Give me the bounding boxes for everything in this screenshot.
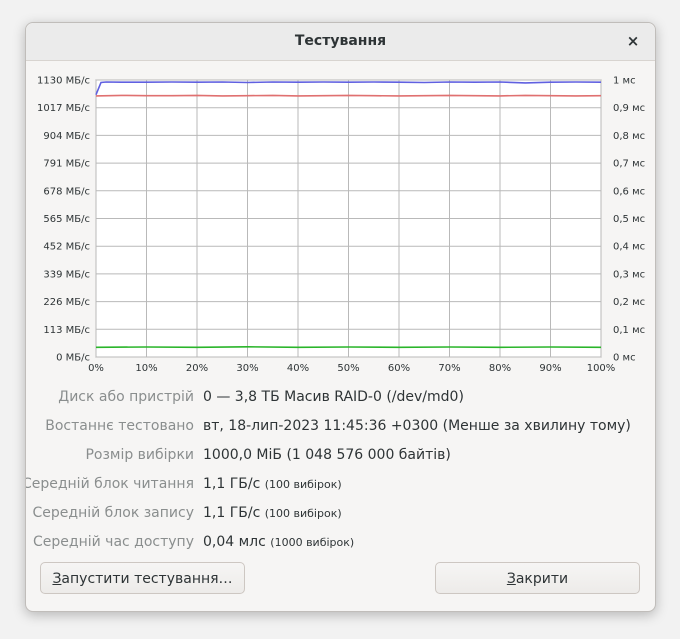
avg-read-value-wrap: 1,1 ГБ/с (100 вибірок)	[203, 473, 342, 496]
x-tick-label: 70%	[438, 363, 460, 374]
avg-read-label: Середній блок читання	[25, 476, 194, 492]
close-icon[interactable]: ×	[623, 31, 643, 51]
benchmark-dialog: Тестування × 0% 10% 20% 30% 40% 50% 60% 70% 80% 9…	[25, 22, 656, 612]
benchmark-chart: 0% 10% 20% 30% 40% 50% 60% 70% 80% 90% 100% 0 МБ/с 0…	[37, 76, 645, 375]
x-tick-label: 80%	[489, 363, 511, 374]
left-tick-label: 226 МБ/с	[43, 297, 90, 308]
left-tick-label: 565 МБ/с	[43, 214, 90, 225]
right-tick-label: 0,2 мс	[613, 297, 645, 308]
left-tick-label: 678 МБ/с	[43, 186, 90, 197]
avg-access-samples: (1000 вибірок)	[270, 536, 355, 549]
right-tick-label: 0,7 мс	[613, 159, 645, 170]
close-button-label: акрити	[515, 571, 569, 587]
device-row: Диск або пристрій 0 — 3,8 ТБ Масив RAID-…	[26, 386, 655, 408]
left-tick-label: 904 МБ/с	[43, 131, 90, 142]
series-line-2	[95, 345, 602, 349]
dialog-title: Тестування	[294, 33, 387, 49]
avg-access-value-wrap: 0,04 млс (1000 вибірок)	[203, 531, 354, 554]
avg-read-samples: (100 вибірок)	[264, 478, 342, 491]
left-tick-label: 791 МБ/с	[43, 159, 90, 170]
avg-write-samples: (100 вибірок)	[264, 507, 342, 520]
sample-size-value: 1000,0 МіБ (1 048 576 000 байтів)	[203, 447, 451, 463]
avg-write-label: Середній блок запису	[32, 505, 194, 521]
right-tick-label: 0,4 мс	[613, 242, 645, 253]
left-tick-label: 0 МБ/с	[56, 353, 90, 364]
left-tick-label: 1130 МБ/с	[37, 76, 90, 87]
left-tick-label: 339 МБ/с	[43, 269, 90, 280]
right-tick-label: 0,9 мс	[613, 103, 645, 114]
x-tick-label: 30%	[236, 363, 258, 374]
device-value: 0 — 3,8 ТБ Масив RAID-0 (/dev/md0)	[203, 389, 464, 405]
start-benchmark-label: апустити тестування…	[61, 571, 233, 587]
x-tick-label: 0%	[88, 363, 104, 374]
x-tick-label: 50%	[337, 363, 359, 374]
close-button[interactable]: Закрити	[435, 562, 640, 594]
sample-size-label: Розмір вибірки	[85, 447, 194, 463]
avg-access-value: 0,04 млс	[203, 534, 266, 550]
avg-write-value-wrap: 1,1 ГБ/с (100 вибірок)	[203, 502, 342, 525]
last-tested-row: Востаннє тестовано вт, 18-лип-2023 11:45…	[26, 415, 655, 437]
last-tested-value: вт, 18-лип-2023 11:45:36 +0300 (Менше за…	[203, 418, 631, 434]
title-bar: Тестування ×	[26, 23, 655, 61]
right-tick-label: 0,6 мс	[613, 186, 645, 197]
right-tick-label: 0 мс	[613, 353, 636, 364]
avg-access-label: Середній час доступу	[33, 534, 194, 550]
avg-write-value: 1,1 ГБ/с	[203, 505, 261, 521]
avg-read-value: 1,1 ГБ/с	[203, 476, 261, 492]
close-mnemonic: З	[506, 571, 516, 587]
x-tick-label: 20%	[186, 363, 208, 374]
x-tick-label: 90%	[539, 363, 561, 374]
avg-access-row: Середній час доступу 0,04 млс (1000 вибі…	[26, 531, 655, 553]
right-tick-label: 0,3 мс	[613, 269, 645, 280]
left-tick-label: 113 МБ/с	[43, 325, 90, 336]
avg-write-row: Середній блок запису 1,1 ГБ/с (100 вибір…	[26, 502, 655, 524]
last-tested-label: Востаннє тестовано	[45, 418, 194, 434]
avg-read-row: Середній блок читання 1,1 ГБ/с (100 вибі…	[26, 473, 655, 495]
left-tick-label: 452 МБ/с	[43, 242, 90, 253]
right-tick-label: 1 мс	[613, 76, 636, 87]
x-tick-label: 40%	[287, 363, 309, 374]
right-tick-label: 0,5 мс	[613, 214, 645, 225]
x-tick-label: 10%	[135, 363, 157, 374]
sample-size-row: Розмір вибірки 1000,0 МіБ (1 048 576 000…	[26, 444, 655, 466]
start-benchmark-button[interactable]: Запустити тестування…	[40, 562, 245, 594]
x-tick-label: 100%	[587, 363, 616, 374]
right-tick-label: 0,1 мс	[613, 325, 645, 336]
device-label: Диск або пристрій	[58, 389, 194, 405]
right-tick-label: 0,8 мс	[613, 131, 645, 142]
series-line-1	[95, 94, 602, 97]
x-tick-label: 60%	[388, 363, 410, 374]
left-tick-label: 1017 МБ/с	[37, 103, 90, 114]
